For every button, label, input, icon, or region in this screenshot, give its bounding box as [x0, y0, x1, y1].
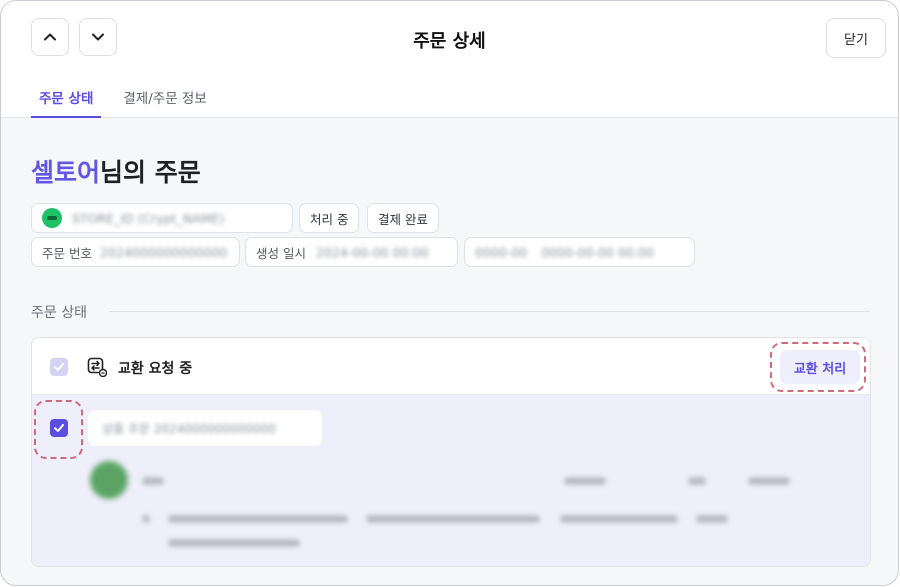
item-id-chip: 상품 주문 2024000000000000 [88, 410, 322, 446]
placeholder-text [696, 515, 728, 523]
order-number-chip: 주문 번호 2024000000000000 [31, 237, 240, 267]
customer-heading: 셀토어님의 주문 [31, 153, 201, 189]
highlight-action-outline [770, 342, 866, 392]
section-divider [109, 311, 870, 312]
header: 주문 상세 닫기 주문 상태 결제/주문 정보 [1, 1, 898, 118]
tab-payment-info[interactable]: 결제/주문 정보 [115, 87, 214, 118]
placeholder-text [168, 515, 348, 523]
check-icon [54, 363, 64, 371]
placeholder-text [564, 477, 606, 485]
exchange-icon [87, 357, 107, 377]
status-panel-body: 상품 주문 2024000000000000 [32, 395, 870, 566]
placeholder-text [142, 477, 164, 485]
product-thumbnail [90, 461, 128, 499]
group-checkbox[interactable] [50, 358, 68, 376]
highlight-checkbox-outline [34, 400, 83, 459]
created-at-value: 2024-00-00 00:00 [315, 244, 429, 260]
payment-badge: 결제 완료 [367, 203, 439, 233]
order-number-label: 주문 번호 [42, 245, 92, 261]
placeholder-text [688, 477, 706, 485]
customer-name: 셀토어 [31, 158, 101, 187]
created-at-label: 생성 일시 [256, 245, 306, 261]
store-logo-icon [42, 208, 62, 228]
page-title: 주문 상세 [413, 31, 486, 52]
tab-order-status[interactable]: 주문 상태 [31, 87, 102, 118]
close-button[interactable]: 닫기 [826, 18, 886, 58]
item-id-text: 상품 주문 2024000000000000 [102, 421, 276, 436]
section-title: 주문 상태 [31, 305, 87, 321]
extra-info-value: 0000-00-00 00:00 [541, 244, 654, 260]
extra-info-chip: 0000-00 0000-00-00 00:00 [464, 237, 695, 267]
order-detail-window: 주문 상세 닫기 주문 상태 결제/주문 정보 셀토어님의 주문 STORE_I… [0, 0, 899, 586]
processing-badge: 처리 중 [299, 203, 360, 233]
customer-heading-suffix: 님의 주문 [100, 158, 201, 187]
status-text: 교환 요청 중 [118, 361, 193, 377]
status-panel-header: 교환 요청 중 교환 처리 [32, 338, 870, 395]
placeholder-text [168, 539, 300, 547]
store-text: STORE_ID (Crypt_NAME) [72, 210, 225, 226]
tab-bar: 주문 상태 결제/주문 정보 [31, 87, 215, 118]
placeholder-text [748, 477, 790, 485]
placeholder-text [366, 515, 540, 523]
status-panel: 교환 요청 중 교환 처리 상품 주문 2024000000000000 [31, 337, 871, 567]
placeholder-text [142, 515, 150, 523]
placeholder-text [560, 515, 678, 523]
store-chip: STORE_ID (Crypt_NAME) [31, 203, 293, 233]
order-number-value: 2024000000000000 [99, 244, 228, 260]
created-at-chip: 생성 일시 2024-00-00 00:00 [245, 237, 458, 267]
extra-info-label: 0000-00 [475, 244, 528, 260]
content-area: 셀토어님의 주문 STORE_ID (Crypt_NAME) 처리 중 결제 완… [1, 119, 898, 585]
